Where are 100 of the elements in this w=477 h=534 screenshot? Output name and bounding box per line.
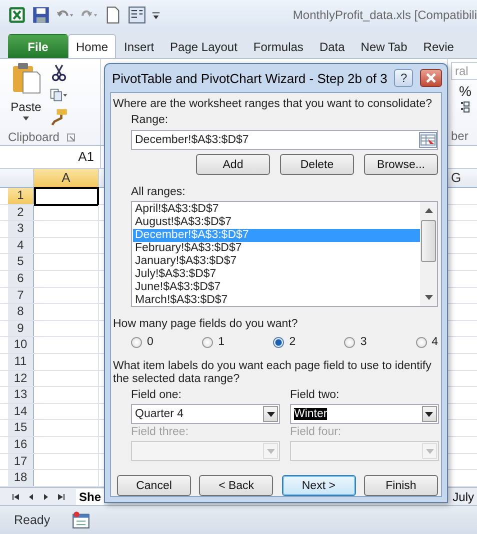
ribbon-tab[interactable]: File (8, 34, 68, 58)
scrollbar[interactable] (420, 202, 437, 306)
caret-icon[interactable] (22, 114, 30, 123)
field-label: Field two: (290, 388, 340, 402)
clipboard-icon[interactable] (11, 62, 41, 94)
row-header[interactable]: 5 (8, 254, 34, 270)
radio-option[interactable]: 0 (131, 336, 154, 348)
dialog-button[interactable]: < Back (199, 475, 274, 496)
row-header[interactable]: 14 (8, 404, 34, 420)
macro-record-icon[interactable] (72, 511, 90, 529)
ribbon-tab[interactable]: New Tab (352, 34, 416, 58)
first-sheet-icon[interactable] (12, 492, 20, 500)
row-header[interactable]: 3 (8, 221, 34, 237)
name-box[interactable]: A1 (0, 146, 101, 168)
status-text: Ready (14, 513, 50, 527)
ribbon-tab[interactable]: Data (311, 34, 353, 58)
list-item[interactable]: June!$A$3:$D$7 (133, 281, 420, 294)
prompt-text: Where are the worksheet ranges that you want to consolidate? (113, 97, 433, 111)
row-header[interactable]: 13 (8, 387, 34, 403)
ranges-listbox[interactable]: April!$A$3:$D$7 August!$A$3:$D$7 December!$A$3:$D$7 February!$A$3:$D$7 January!$A$3:$D$7 July!$A$3:$D$7 June!$A$3:$D$7 March!$A$3:$D$7 (131, 201, 438, 307)
close-button[interactable] (420, 69, 442, 87)
field-label: Field three: (131, 425, 190, 439)
dropdown-field[interactable] (131, 441, 280, 461)
ribbon-tab[interactable]: Page Layout (162, 34, 246, 58)
close-icon (425, 73, 438, 83)
form-icon[interactable] (128, 6, 146, 24)
dropdown-field[interactable]: Winter (290, 404, 439, 424)
scroll-down-icon[interactable] (424, 295, 432, 300)
list-item[interactable]: February!$A$3:$D$7 (133, 242, 420, 255)
column-header[interactable]: A (34, 169, 99, 187)
dialog-button[interactable]: Delete (280, 154, 354, 175)
row-header[interactable]: 11 (8, 354, 34, 370)
scroll-up-icon[interactable] (424, 208, 432, 213)
field-label: Range: (131, 113, 170, 127)
dropdown-field[interactable] (290, 441, 439, 461)
paintbrush-icon[interactable] (50, 108, 68, 126)
list-item[interactable]: March!$A$3:$D$7 (133, 294, 420, 307)
group-label: Clipboard (8, 130, 60, 144)
dialog-button[interactable]: Cancel (117, 475, 191, 496)
radio-option[interactable]: 3 (344, 336, 367, 348)
list-label: All ranges: (131, 185, 186, 199)
help-button[interactable]: ? (394, 69, 414, 87)
copy-icon[interactable] (50, 86, 68, 104)
radio-button[interactable] (202, 336, 214, 348)
row-header[interactable]: 2 (8, 204, 34, 220)
row-header[interactable]: 4 (8, 238, 34, 254)
row-header[interactable]: 17 (8, 454, 34, 470)
radio-option[interactable]: 2 (273, 336, 296, 348)
paste-button[interactable]: Paste (10, 100, 42, 114)
group-label: ber (451, 129, 468, 143)
list-item[interactable]: April!$A$3:$D$7 (133, 203, 420, 216)
scissors-icon[interactable] (50, 64, 68, 82)
spreadsheet-logo-icon[interactable] (8, 6, 26, 24)
dialog-button[interactable]: Browse... (364, 154, 438, 175)
radio-button[interactable] (131, 336, 142, 348)
list-item[interactable]: July!$A$3:$D$7 (133, 268, 420, 281)
row-header[interactable]: 10 (8, 337, 34, 353)
field-label: Field four: (290, 425, 342, 439)
ribbon-tab[interactable]: Formulas (245, 34, 312, 58)
range-field[interactable]: December!$A$3:$D$7 (131, 130, 438, 150)
new-document-icon[interactable] (104, 6, 122, 24)
row-header[interactable]: 8 (8, 304, 34, 320)
decimal-icon[interactable] (460, 101, 470, 113)
scroll-thumb[interactable] (421, 220, 436, 262)
row-header[interactable]: 1 (8, 188, 34, 204)
dialog-button[interactable]: Next > (282, 475, 356, 496)
sheet-tab[interactable]: July (450, 488, 477, 504)
row-header[interactable]: 9 (8, 320, 34, 336)
dropdown-field[interactable]: Quarter 4 (131, 404, 280, 424)
row-header[interactable]: 16 (8, 436, 34, 452)
dialog-button[interactable]: Finish (364, 475, 438, 496)
dialog-launcher-icon[interactable] (67, 132, 76, 142)
active-cell[interactable] (34, 187, 99, 206)
save-icon[interactable] (32, 6, 50, 24)
ribbon-tab[interactable]: Insert (116, 34, 162, 58)
dialog-title: PivotTable and PivotChart Wizard - Step 2b of 3 (111, 70, 388, 86)
radio-option[interactable]: 1 (202, 336, 225, 348)
customize-caret-icon[interactable] (152, 10, 160, 20)
previous-sheet-icon[interactable] (27, 492, 35, 500)
radio-button[interactable] (416, 336, 427, 348)
radio-button[interactable] (344, 336, 356, 348)
window-title: MonthlyProfit_data.xls [Compatibili (292, 8, 477, 22)
last-sheet-icon[interactable] (57, 492, 65, 500)
field-label: Field one: (131, 388, 183, 402)
radio-option[interactable]: 4 (416, 336, 438, 348)
row-header[interactable]: 12 (8, 370, 34, 386)
sheet-tab[interactable]: She (76, 488, 104, 504)
ribbon-tab[interactable]: Home (68, 34, 116, 58)
list-item[interactable]: August!$A$3:$D$7 (133, 216, 420, 229)
radio-button[interactable] (273, 336, 284, 348)
dialog-button[interactable]: Add (196, 154, 270, 175)
row-header[interactable]: 7 (8, 288, 34, 304)
percent-style-button[interactable]: % (459, 83, 472, 99)
range-picker-icon[interactable] (419, 132, 437, 148)
list-item[interactable]: January!$A$3:$D$7 (133, 255, 420, 268)
ribbon-tab[interactable]: Revie (415, 34, 462, 58)
row-header[interactable]: 6 (8, 270, 34, 287)
next-sheet-icon[interactable] (42, 492, 50, 500)
row-header[interactable]: 18 (8, 470, 34, 486)
row-header[interactable]: 15 (8, 420, 34, 436)
